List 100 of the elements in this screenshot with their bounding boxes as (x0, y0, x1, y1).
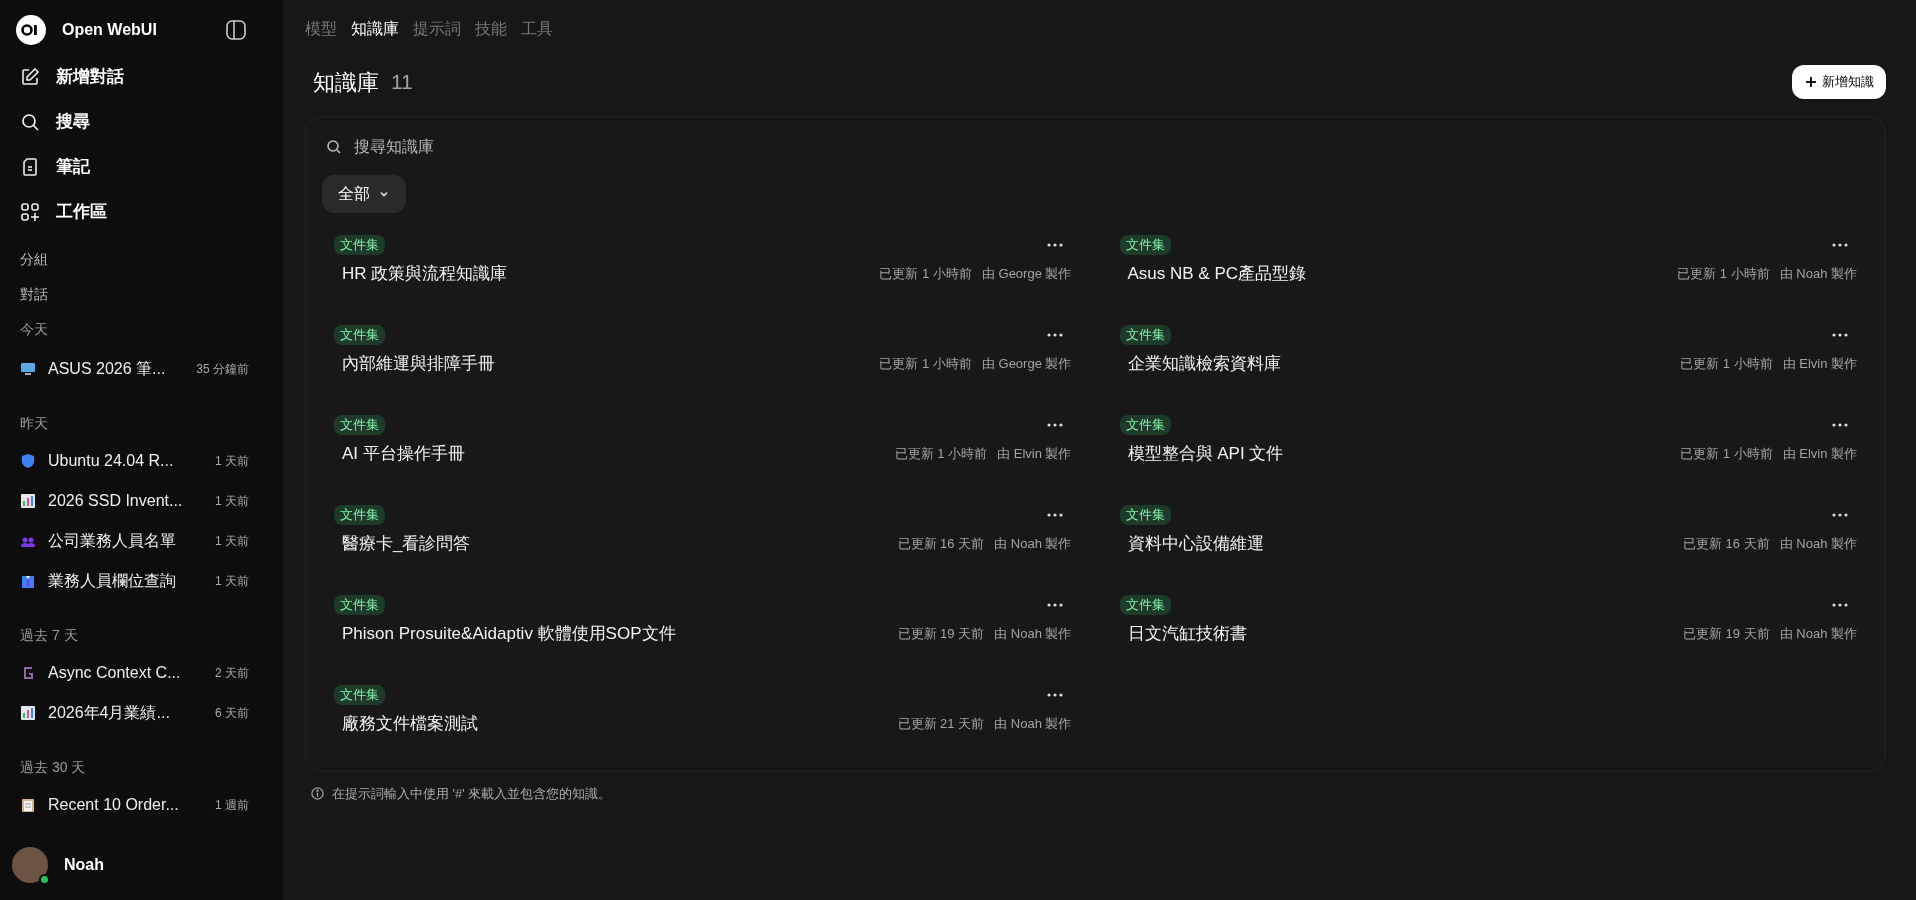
section-heading[interactable]: 對話 (20, 284, 263, 305)
collection-tag: 文件集 (1119, 505, 1171, 525)
plus-icon (1804, 75, 1818, 89)
author-text: 由 George 製作 (981, 265, 1072, 284)
chat-item[interactable]: Async Context C... 2 天前 (8, 653, 275, 693)
collection-tag: 文件集 (334, 415, 385, 435)
knowledge-name[interactable]: Phison Prosuite&Aidaptiv 軟體使用SOP文件 (334, 621, 676, 647)
search-field[interactable]: 搜尋知識庫 (354, 135, 754, 159)
nav-item[interactable]: 筆記 (8, 146, 275, 188)
suit-icon (20, 573, 36, 589)
clipboard-icon (20, 797, 36, 813)
knowledge-name[interactable]: Asus NB & PC產品型錄 (1119, 261, 1307, 287)
nav-item[interactable]: 工作區 (8, 191, 275, 233)
knowledge-name[interactable]: 廠務文件檔案測試 (334, 711, 478, 737)
collection-tag: 文件集 (1119, 415, 1171, 435)
note-icon (20, 157, 40, 177)
knowledge-name[interactable]: 日文汽缸技術書 (1119, 621, 1247, 647)
shield-icon (20, 453, 36, 469)
knowledge-name[interactable]: HR 政策與流程知識庫 (334, 261, 508, 287)
date-heading: 今天 (19, 319, 49, 339)
updated-time: 已更新 16 天前 (1683, 535, 1770, 554)
updated-time: 已更新 1 小時前 (879, 265, 972, 284)
sidebar-toggle-icon[interactable] (225, 19, 247, 41)
more-options-icon[interactable] (1045, 242, 1064, 248)
date-heading: 過去 30 天 (19, 757, 87, 777)
avatar[interactable] (12, 847, 48, 883)
tab[interactable]: 知識庫 (351, 17, 399, 41)
more-options-icon[interactable] (1831, 512, 1849, 518)
tab[interactable]: 工具 (521, 17, 553, 41)
more-options-icon[interactable] (1831, 602, 1849, 608)
updated-time: 已更新 1 小時前 (879, 355, 972, 374)
knowledge-name[interactable]: 資料中心設備維運 (1119, 531, 1264, 557)
collection-tag: 文件集 (1119, 595, 1171, 615)
collection-tag: 文件集 (334, 505, 385, 525)
grid-plus-icon (20, 202, 40, 222)
nav-item[interactable]: 搜尋 (8, 101, 275, 143)
chat-item[interactable]: Recent 10 Order... 1 週前 (8, 785, 275, 825)
bar-chart-icon (20, 705, 36, 721)
updated-time: 已更新 1 小時前 (1680, 355, 1773, 374)
more-options-icon[interactable] (1831, 242, 1849, 248)
chat-item[interactable]: Ubuntu 24.04 R... 1 天前 (8, 441, 275, 481)
updated-time: 已更新 1 小時前 (1677, 265, 1770, 284)
collection-tag: 文件集 (1119, 325, 1171, 345)
author-text: 由 George 製作 (981, 355, 1072, 374)
knowledge-name[interactable]: 內部維運與排障手冊 (334, 351, 495, 377)
more-options-icon[interactable] (1045, 692, 1064, 698)
edit-icon (20, 67, 40, 87)
date-heading: 昨天 (19, 413, 49, 433)
updated-time: 已更新 16 天前 (897, 535, 985, 554)
search-icon (20, 112, 40, 132)
chat-item[interactable]: 公司業務人員名單 1 天前 (8, 521, 275, 561)
tab[interactable]: 提示詞 (413, 17, 461, 41)
author-text: 由 Noah 製作 (994, 715, 1072, 734)
chat-item[interactable]: 2026 SSD Invent... 1 天前 (8, 481, 275, 521)
more-options-icon[interactable] (1045, 512, 1064, 518)
page-title: 知識庫 (313, 68, 379, 97)
more-options-icon[interactable] (1045, 602, 1064, 608)
updated-time: 已更新 1 小時前 (894, 445, 988, 464)
bar-chart-icon (20, 493, 36, 509)
section-heading[interactable]: 分組 (20, 249, 263, 270)
author-text: 由 Elvin 製作 (1782, 445, 1857, 464)
new-knowledge-button[interactable]: 新增知識 (1792, 65, 1886, 99)
more-options-icon[interactable] (1045, 332, 1064, 338)
more-options-icon[interactable] (1045, 422, 1064, 428)
author-text: 由 Noah 製作 (994, 625, 1072, 644)
item-count: 11 (391, 69, 413, 96)
author-text: 由 Noah 製作 (1779, 265, 1857, 284)
author-text: 由 Elvin 製作 (997, 445, 1072, 464)
collection-tag: 文件集 (334, 325, 385, 345)
updated-time: 已更新 21 天前 (897, 715, 985, 734)
info-icon (311, 787, 324, 801)
knowledge-name[interactable]: 企業知識檢索資料庫 (1119, 351, 1281, 377)
user-name[interactable]: Noah (64, 853, 104, 877)
chat-item[interactable]: 業務人員欄位查詢 1 天前 (8, 561, 275, 601)
tab[interactable]: 技能 (475, 17, 507, 41)
updated-time: 已更新 19 天前 (1683, 625, 1770, 644)
tab[interactable]: 模型 (305, 17, 337, 41)
updated-time: 已更新 19 天前 (897, 625, 985, 644)
brand-name: Open WebUI (62, 20, 157, 40)
knowledge-name[interactable]: 模型整合與 API 文件 (1119, 441, 1284, 467)
knowledge-name[interactable]: AI 平台操作手冊 (334, 441, 465, 467)
updated-time: 已更新 1 小時前 (1680, 445, 1773, 464)
logo-icon (16, 15, 46, 45)
collection-tag: 文件集 (1119, 235, 1171, 255)
collection-tag: 文件集 (334, 685, 385, 705)
chat-item[interactable]: 2026年4月業績... 6 天前 (8, 693, 275, 733)
nav-item[interactable]: 新增對話 (8, 56, 275, 98)
search-icon (326, 139, 342, 155)
more-options-icon[interactable] (1831, 422, 1849, 428)
chat-item[interactable]: ASUS 2026 筆... 35 分鐘前 (8, 349, 275, 389)
author-text: 由 Noah 製作 (994, 535, 1072, 554)
hint-text: 在提示詞輸入中使用 '#' 來載入並包含您的知識。 (332, 785, 612, 803)
filter-dropdown[interactable]: 全部 (322, 175, 406, 213)
monitor-icon (20, 361, 36, 377)
knowledge-name[interactable]: 醫療卡_看診問答 (334, 531, 471, 557)
date-heading: 過去 7 天 (19, 625, 79, 645)
collection-tag: 文件集 (334, 235, 385, 255)
more-options-icon[interactable] (1831, 332, 1849, 338)
author-text: 由 Noah 製作 (1779, 535, 1857, 554)
author-text: 由 Elvin 製作 (1782, 355, 1857, 374)
